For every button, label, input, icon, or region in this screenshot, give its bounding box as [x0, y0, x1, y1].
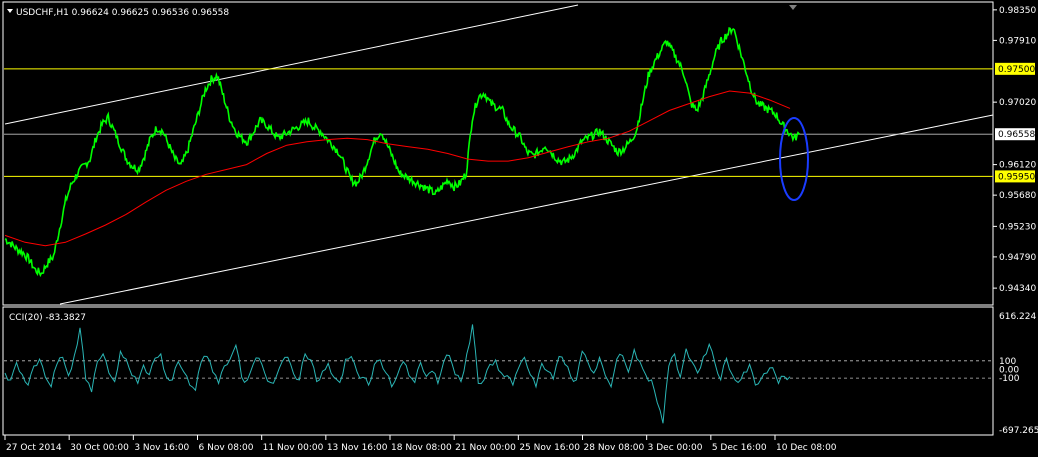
highlight-ellipse[interactable]	[779, 117, 809, 201]
price-tick-label: 0.96120	[999, 161, 1036, 171]
price-axis: 0.98350 0.97910 0.97020 0.96120 0.95680 0.952…	[993, 6, 1036, 294]
cci-tick-label: 616.224	[999, 312, 1036, 322]
chart-canvas[interactable]: USDCHF,H1 0.96624 0.96625 0.96536 0.9655…	[0, 0, 1038, 457]
price-tick-label: 0.94790	[999, 253, 1036, 263]
level-tag-label: 0.97500	[998, 65, 1035, 75]
level-tag-label: 0.95950	[998, 172, 1035, 182]
time-tick-label: 10 Dec 08:00	[776, 443, 837, 453]
cci-tick-label: -100	[999, 374, 1020, 384]
time-tick-label: 21 Nov 00:00	[455, 443, 516, 453]
cci-tick-label: -697.2655	[999, 426, 1038, 436]
time-tick-label: 3 Nov 16:00	[134, 443, 189, 453]
price-panel-frame	[2, 1, 994, 306]
price-line	[4, 26, 801, 278]
time-tick-label: 27 Oct 2014	[6, 443, 62, 453]
time-tick-label: 6 Nov 08:00	[199, 443, 254, 453]
price-tick-label: 0.95680	[999, 191, 1036, 201]
price-tick-label: 0.98350	[999, 6, 1036, 16]
cci-title: CCI(20) -83.3827	[9, 313, 86, 323]
cci-series	[4, 324, 791, 424]
current-price-tag: 0.96558	[998, 130, 1035, 140]
time-tick-label: 13 Nov 16:00	[327, 443, 388, 453]
horizontal-levels[interactable]	[4, 68, 993, 177]
time-tick-label: 5 Dec 16:00	[712, 443, 767, 453]
symbol-header: USDCHF,H1 0.96624 0.96625 0.96536 0.9655…	[16, 8, 229, 18]
time-tick-label: 11 Nov 00:00	[263, 443, 324, 453]
price-tick-label: 0.94340	[999, 284, 1036, 294]
price-tick-label: 0.97910	[999, 36, 1036, 46]
channel-lower-line[interactable]	[59, 114, 994, 305]
cci-axis: 616.2241000.00-100-697.2655	[999, 312, 1038, 436]
cci-panel-frame	[2, 306, 994, 436]
time-axis: 27 Oct 2014 30 Oct 00:00 3 Nov 16:00 6 Nov …	[4, 435, 837, 453]
time-tick-label: 28 Nov 08:00	[584, 443, 645, 453]
chart-window[interactable]: USDCHF,H1 0.96624 0.96625 0.96536 0.9655…	[0, 0, 1038, 457]
time-tick-label: 25 Nov 16:00	[519, 443, 580, 453]
scroll-marker-icon[interactable]	[789, 5, 797, 10]
time-tick-label: 18 Nov 08:00	[391, 443, 452, 453]
time-tick-label: 30 Oct 00:00	[70, 443, 129, 453]
channel-upper-line[interactable]	[4, 4, 579, 125]
price-tick-label: 0.95230	[999, 222, 1036, 232]
cci-line	[4, 324, 791, 424]
triangle-down-icon[interactable]	[7, 9, 13, 13]
price-tick-label: 0.97020	[999, 98, 1036, 108]
time-tick-label: 3 Dec 00:00	[648, 443, 703, 453]
price-series	[4, 26, 801, 278]
